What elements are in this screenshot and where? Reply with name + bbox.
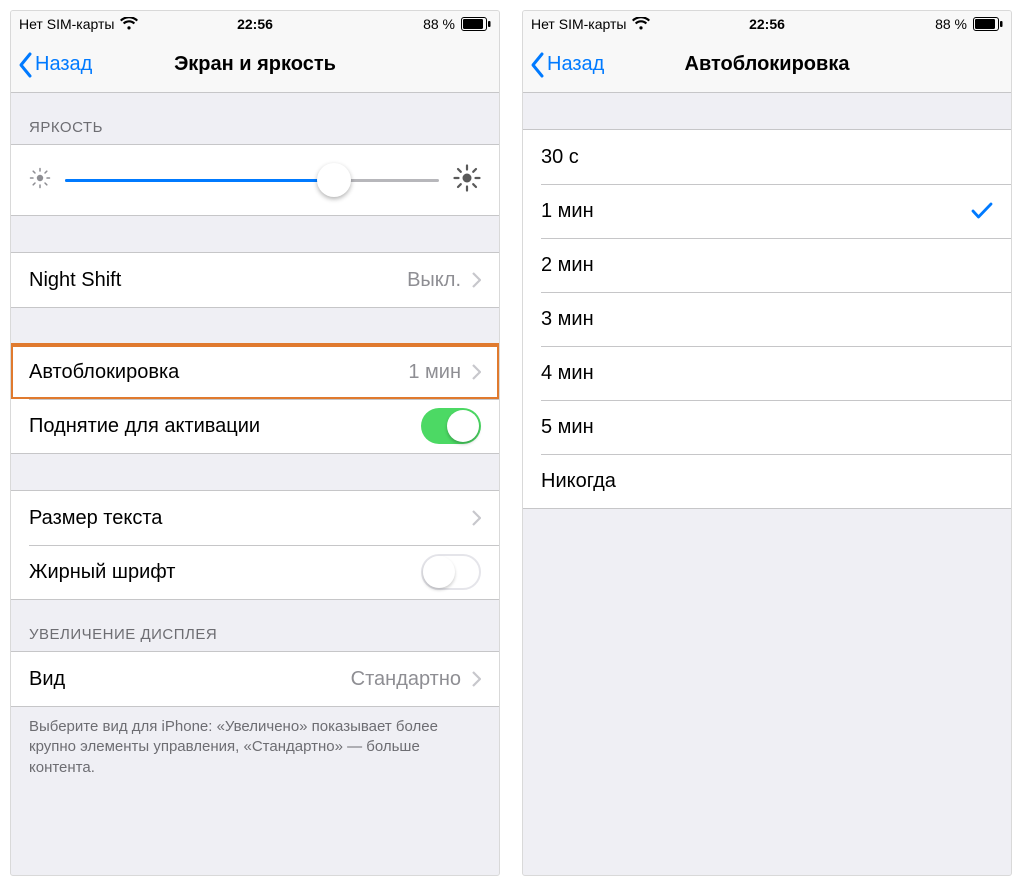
options-list: 30 с 1 мин 2 мин 3 мин 4 мин 5 мин Никогда (523, 129, 1011, 509)
chevron-right-icon (471, 364, 481, 380)
nav-bar: Назад Экран и яркость (11, 37, 499, 93)
brightness-slider-row (11, 145, 499, 215)
status-bar: Нет SIM-карты 22:56 88 % (11, 11, 499, 37)
back-chevron-icon (529, 51, 547, 79)
option-label: 3 мин (541, 308, 594, 331)
raise-to-wake-toggle[interactable] (421, 408, 481, 444)
auto-lock-option[interactable]: 1 мин (523, 184, 1011, 238)
auto-lock-option[interactable]: 3 мин (523, 292, 1011, 346)
section-header-zoom: УВЕЛИЧЕНИЕ ДИСПЛЕЯ (11, 600, 499, 651)
battery-icon (461, 17, 491, 31)
phone-right: Нет SIM-карты 22:56 88 % Назад Автоблоки… (522, 10, 1012, 876)
option-label: 30 с (541, 146, 579, 169)
back-chevron-icon (17, 51, 35, 79)
auto-lock-option[interactable]: Никогда (523, 454, 1011, 508)
back-button[interactable]: Назад (529, 51, 604, 79)
option-label: 4 мин (541, 362, 594, 385)
footer-text: Выберите вид для iPhone: «Увеличено» пок… (11, 707, 499, 798)
chevron-right-icon (471, 272, 481, 288)
row-auto-lock-label: Автоблокировка (29, 361, 179, 384)
back-label: Назад (547, 53, 604, 76)
auto-lock-option[interactable]: 30 с (523, 130, 1011, 184)
row-raise-to-wake[interactable]: Поднятие для активации (11, 399, 499, 453)
auto-lock-option[interactable]: 2 мин (523, 238, 1011, 292)
row-text-size[interactable]: Размер текста (11, 491, 499, 545)
chevron-right-icon (471, 510, 481, 526)
option-label: 5 мин (541, 416, 594, 439)
bold-text-toggle[interactable] (421, 554, 481, 590)
option-label: Никогда (541, 470, 616, 493)
back-button[interactable]: Назад (17, 51, 92, 79)
row-night-shift-label: Night Shift (29, 269, 121, 292)
row-auto-lock[interactable]: Автоблокировка 1 мин (11, 345, 499, 399)
wifi-icon (632, 17, 650, 31)
option-label: 1 мин (541, 200, 594, 223)
row-text-size-label: Размер текста (29, 507, 162, 530)
auto-lock-option[interactable]: 5 мин (523, 400, 1011, 454)
status-carrier: Нет SIM-карты (19, 16, 114, 32)
status-battery-pct: 88 % (423, 16, 455, 32)
row-view-label: Вид (29, 668, 65, 691)
auto-lock-option[interactable]: 4 мин (523, 346, 1011, 400)
row-view[interactable]: Вид Стандартно (11, 652, 499, 706)
checkmark-icon (971, 202, 993, 220)
sun-small-icon (29, 167, 51, 194)
row-night-shift-value: Выкл. (407, 269, 461, 292)
phone-left: Нет SIM-карты 22:56 88 % Назад Экран и я… (10, 10, 500, 876)
row-view-value: Стандартно (351, 668, 461, 691)
battery-icon (973, 17, 1003, 31)
back-label: Назад (35, 53, 92, 76)
row-raise-to-wake-label: Поднятие для активации (29, 415, 260, 438)
row-bold-text-label: Жирный шрифт (29, 561, 175, 584)
row-auto-lock-value: 1 мин (408, 361, 461, 384)
row-bold-text[interactable]: Жирный шрифт (11, 545, 499, 599)
wifi-icon (120, 17, 138, 31)
chevron-right-icon (471, 671, 481, 687)
row-night-shift[interactable]: Night Shift Выкл. (11, 253, 499, 307)
sun-large-icon (453, 164, 481, 197)
option-label: 2 мин (541, 254, 594, 277)
status-bar: Нет SIM-карты 22:56 88 % (523, 11, 1011, 37)
status-battery-pct: 88 % (935, 16, 967, 32)
brightness-slider[interactable] (65, 163, 439, 197)
section-header-brightness: ЯРКОСТЬ (11, 93, 499, 144)
status-carrier: Нет SIM-карты (531, 16, 626, 32)
nav-bar: Назад Автоблокировка (523, 37, 1011, 93)
